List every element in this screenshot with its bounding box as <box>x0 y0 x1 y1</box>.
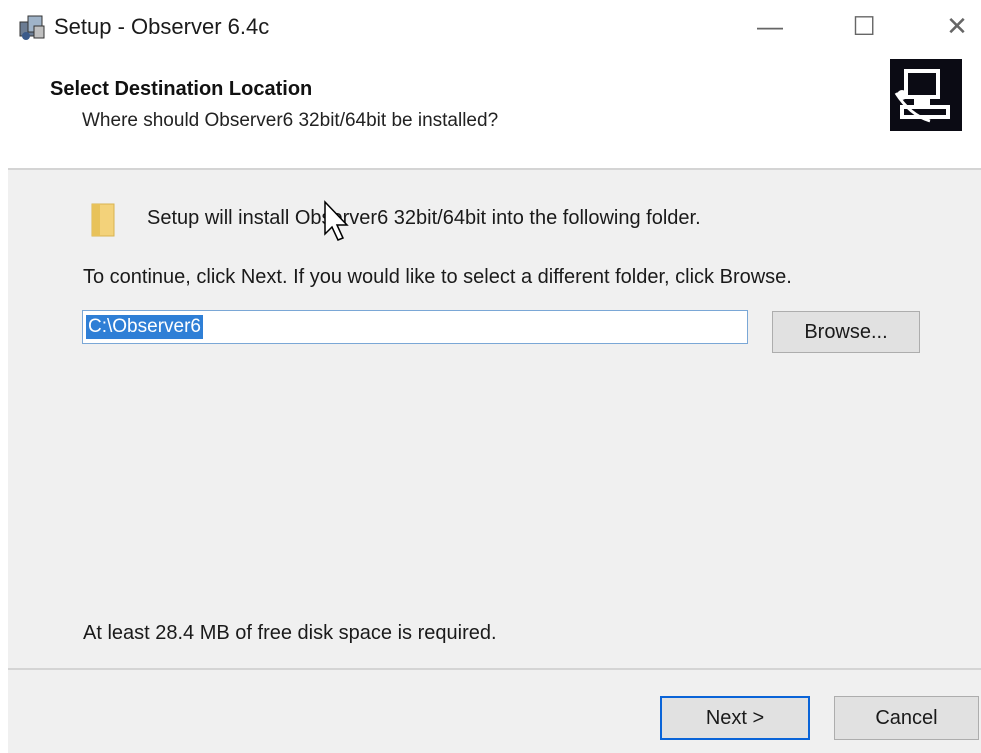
folder-icon <box>91 203 115 237</box>
cancel-button[interactable]: Cancel <box>834 696 979 740</box>
destination-path-input[interactable]: C:\Observer6 <box>82 310 748 344</box>
path-value: C:\Observer6 <box>86 315 203 339</box>
close-button[interactable]: ✕ <box>935 6 979 46</box>
page-subtitle: Where should Observer6 32bit/64bit be in… <box>82 110 499 131</box>
wizard-footer: Next > Cancel <box>8 670 981 753</box>
install-info-text: Setup will install Observer6 32bit/64bit… <box>147 207 701 229</box>
page-title: Select Destination Location <box>50 78 313 100</box>
minimize-button[interactable]: — <box>748 6 792 46</box>
wizard-header: Select Destination Location Where should… <box>0 56 981 168</box>
window-title: Setup - Observer 6.4c <box>54 14 270 39</box>
title-bar: Setup - Observer 6.4c — ☐ ✕ <box>0 0 981 56</box>
setup-app-icon <box>19 15 45 40</box>
mouse-cursor-icon <box>324 200 349 241</box>
disk-space-text: At least 28.4 MB of free disk space is r… <box>83 622 497 644</box>
instruction-text: To continue, click Next. If you would li… <box>83 266 792 288</box>
browse-button[interactable]: Browse... <box>772 311 920 353</box>
installer-computer-icon <box>890 59 962 131</box>
wizard-body: Setup will install Observer6 32bit/64bit… <box>8 170 981 668</box>
next-button[interactable]: Next > <box>660 696 810 740</box>
maximize-button[interactable]: ☐ <box>842 6 886 46</box>
